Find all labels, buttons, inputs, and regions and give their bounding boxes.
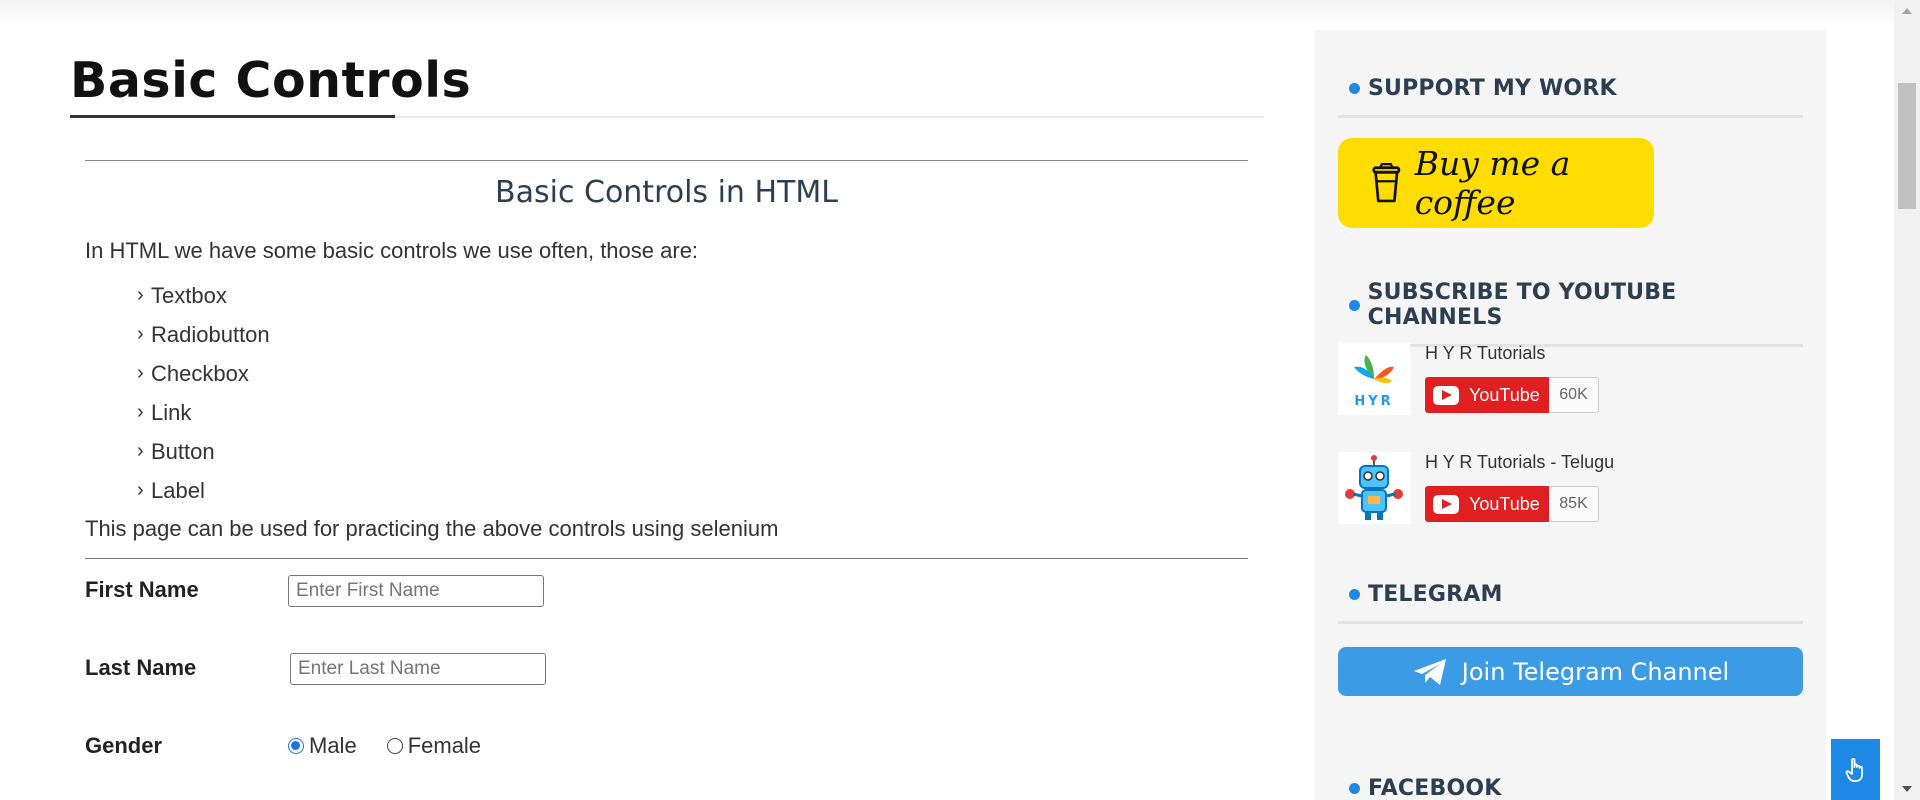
section-heading: Basic Controls in HTML (495, 175, 838, 210)
intro-text: In HTML we have some basic controls we u… (85, 238, 699, 263)
top-shadow-bar (0, 0, 1894, 28)
list-item: › Textbox (137, 283, 227, 308)
last-name-row: Last Name (85, 637, 1248, 715)
svg-text:HYR: HYR (1354, 394, 1393, 409)
chevron-right-icon: › (137, 362, 144, 384)
list-item: › Checkbox (137, 361, 249, 386)
subscriber-count: 85K (1549, 486, 1599, 522)
list-item: › Radiobutton (137, 322, 270, 347)
support-divider (1338, 115, 1803, 118)
gender-row: Gender Male Female (85, 715, 1248, 793)
youtube-play-icon (1433, 494, 1459, 514)
subscriber-count: 60K (1549, 377, 1599, 413)
youtube-subscribe-button[interactable]: YouTube 60K (1425, 377, 1599, 413)
list-item: › Label (137, 478, 205, 503)
telegram-title: TELEGRAM (1368, 582, 1503, 607)
channel-name[interactable]: H Y R Tutorials - Telugu (1425, 452, 1614, 473)
buy-me-a-coffee-button[interactable]: Buy me a coffee (1338, 138, 1654, 228)
youtube-play-icon (1433, 385, 1459, 405)
telegram-button-label: Join Telegram Channel (1461, 657, 1730, 686)
male-radio[interactable] (288, 738, 304, 754)
female-radio[interactable] (386, 738, 403, 754)
youtube-title: SUBSCRIBE TO YOUTUBE CHANNELS (1367, 280, 1677, 330)
facebook-section: FACEBOOK (1338, 776, 1803, 800)
coffee-cup-icon (1372, 163, 1401, 203)
chevron-right-icon: › (137, 284, 144, 306)
scroll-up-arrow[interactable] (1902, 8, 1912, 14)
join-telegram-button[interactable]: Join Telegram Channel (1338, 647, 1803, 696)
coffee-button-label: Buy me a coffee (1414, 144, 1571, 222)
chevron-right-icon: › (137, 323, 144, 345)
robot-mascot-icon (1345, 455, 1403, 520)
bullet-dot-icon (1349, 299, 1360, 311)
hand-pointer-icon (1845, 757, 1863, 782)
controls-list: › Textbox › Radiobutton › Checkbox › Link › B… (137, 282, 1248, 516)
youtube-section: SUBSCRIBE TO YOUTUBE CHANNELS (1338, 280, 1803, 347)
telegram-divider (1338, 621, 1803, 624)
chevron-right-icon: › (137, 440, 144, 462)
first-name-input[interactable] (288, 575, 544, 607)
list-item: › Button (137, 439, 215, 464)
support-section: SUPPORT MY WORK (1338, 76, 1803, 118)
title-underline (70, 115, 395, 118)
support-title: SUPPORT MY WORK (1368, 76, 1617, 101)
gender-radio-group: Male Female (288, 733, 511, 759)
chevron-right-icon: › (137, 479, 144, 501)
gender-label: Gender (85, 733, 163, 758)
hyr-logo-avatar[interactable]: HYR (1338, 343, 1410, 415)
floating-action-button[interactable] (1831, 739, 1880, 800)
bullet-dot-icon (1349, 589, 1360, 600)
sidebar: SUPPORT MY WORK Buy me a coffee SUBSCRIB… (1315, 30, 1826, 800)
bullet-dot-icon (1349, 783, 1360, 794)
female-radio-label[interactable]: Female (408, 733, 481, 759)
scroll-down-arrow[interactable] (1902, 786, 1912, 792)
youtube-subscribe-button[interactable]: YouTube 85K (1425, 486, 1599, 522)
scroll-thumb[interactable] (1898, 83, 1916, 209)
practice-note: This page can be used for practicing the… (85, 516, 779, 541)
telegram-plane-icon (1413, 658, 1446, 685)
list-item: › Link (137, 400, 192, 425)
robot-logo-avatar[interactable] (1338, 452, 1410, 524)
youtube-channel-row: HYR H Y R Tutorials YouTube 60K (1338, 343, 1803, 419)
page-title: Basic Controls (70, 52, 472, 109)
hyr-logo-icon: HYR (1354, 355, 1394, 409)
controls-section: Basic Controls in HTML In HTML we have s… (85, 160, 1248, 793)
first-name-row: First Name (85, 559, 1248, 637)
telegram-section: TELEGRAM (1338, 582, 1803, 624)
facebook-title: FACEBOOK (1368, 776, 1502, 800)
male-radio-label[interactable]: Male (309, 733, 357, 759)
bullet-dot-icon (1349, 83, 1360, 94)
channel-name[interactable]: H Y R Tutorials (1425, 343, 1545, 364)
youtube-channel-row: H Y R Tutorials - Telugu YouTube 85K (1338, 452, 1803, 528)
vertical-scrollbar[interactable] (1894, 0, 1920, 800)
section-divider-top (85, 160, 1248, 161)
chevron-right-icon: › (137, 401, 144, 423)
last-name-input[interactable] (290, 653, 546, 685)
first-name-label: First Name (85, 577, 199, 602)
last-name-label: Last Name (85, 655, 197, 680)
